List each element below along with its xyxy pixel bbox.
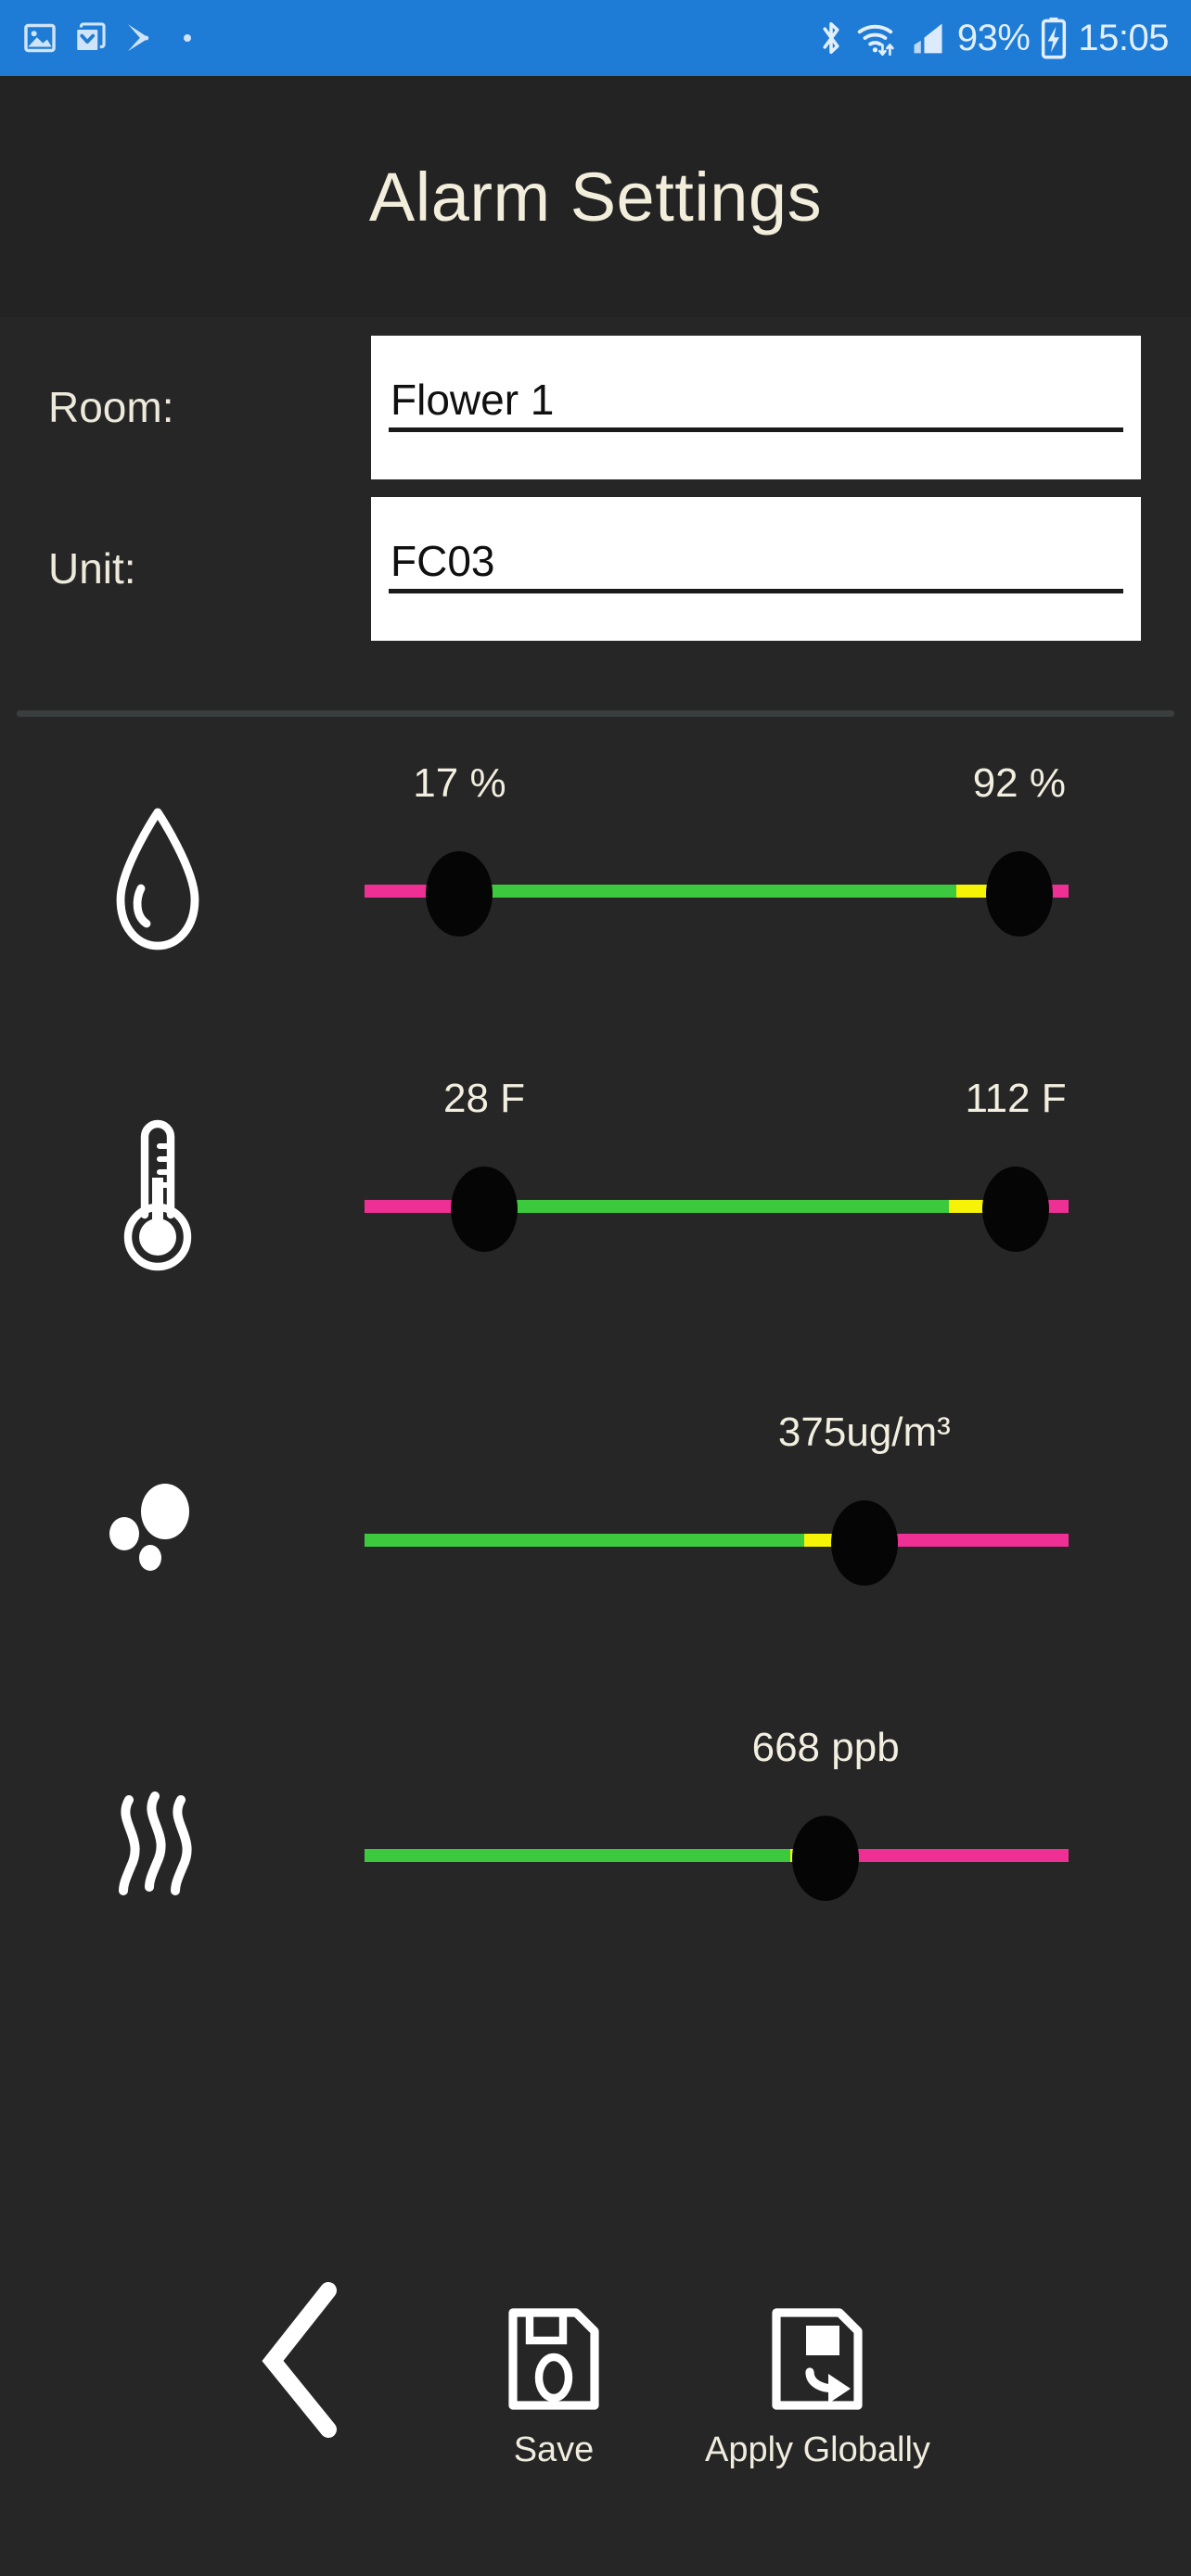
wifi-icon: [857, 18, 900, 58]
page-title: Alarm Settings: [368, 158, 823, 236]
temperature-slider[interactable]: [365, 1167, 1069, 1252]
voc-slider[interactable]: [365, 1816, 1069, 1901]
voc-value-label: 668 ppb: [751, 1725, 900, 1770]
humidity-slider-section: 17 % 92 %: [0, 742, 1191, 1020]
particulate-matter-slider[interactable]: [365, 1500, 1069, 1586]
save-button-label: Save: [513, 2430, 595, 2469]
section-divider: [17, 710, 1174, 717]
bluetooth-icon: [815, 18, 847, 58]
temperature-high-label: 112 F: [965, 1076, 1067, 1121]
voc-slider-section: 668 ppb: [0, 1706, 1191, 1984]
dot-indicator: [184, 34, 191, 42]
temperature-slider-section: 28 F 112 F: [0, 1057, 1191, 1335]
thermometer-icon: [88, 1113, 227, 1280]
cell-signal-icon: [910, 18, 947, 58]
unit-label: Unit:: [48, 544, 136, 593]
particulate-matter-thumb[interactable]: [830, 1500, 898, 1586]
water-drop-icon: [88, 797, 227, 964]
particulate-matter-slider-section: 375ug/m³: [0, 1391, 1191, 1669]
bottom-toolbar: Save Apply Globally: [0, 2263, 1191, 2576]
unit-field-row: Unit: FC03: [0, 490, 1191, 647]
temperature-seg-safe: [484, 1200, 949, 1213]
particles-icon: [88, 1447, 227, 1613]
room-label: Room:: [48, 383, 174, 431]
voc-value-labels: 668 ppb: [365, 1725, 1069, 1790]
status-bar: 93% 15:05: [0, 0, 1191, 76]
back-button[interactable]: [250, 2281, 352, 2443]
temperature-value-labels: 28 F 112 F: [365, 1076, 1069, 1141]
alarm-settings-screen: 93% 15:05 Alarm Settings Room: Flower 1: [0, 0, 1191, 2576]
screenshot-icon: [22, 20, 58, 56]
humidity-seg-safe: [459, 885, 956, 898]
battery-charging-icon: [1040, 17, 1068, 59]
voc-seg-safe: [365, 1849, 791, 1862]
clock-label: 15:05: [1078, 18, 1169, 58]
humidity-thumb-high[interactable]: [985, 851, 1053, 937]
humidity-low-label: 17 %: [413, 760, 506, 806]
particulate-matter-slider-track: [365, 1534, 1069, 1547]
voc-seg-alarm: [828, 1849, 1069, 1862]
room-field-row: Room: Flower 1: [0, 328, 1191, 486]
humidity-high-label: 92 %: [972, 760, 1067, 806]
battery-percent-label: 93%: [956, 18, 1031, 58]
temperature-thumb-high[interactable]: [982, 1167, 1050, 1252]
unit-input[interactable]: FC03: [371, 496, 1141, 641]
particulate-matter-value-label: 375ug/m³: [777, 1409, 951, 1455]
save-button[interactable]: Save: [506, 2307, 602, 2470]
vapor-waves-icon: [88, 1762, 227, 1929]
humidity-thumb-low[interactable]: [426, 851, 493, 937]
voc-thumb[interactable]: [792, 1816, 860, 1901]
title-bar: Alarm Settings: [0, 76, 1191, 317]
room-input[interactable]: Flower 1: [371, 335, 1141, 479]
pm-seg-safe: [365, 1534, 805, 1547]
room-input-underline: [389, 427, 1123, 432]
apply-globally-button[interactable]: Apply Globally: [705, 2307, 930, 2470]
temperature-low-label: 28 F: [442, 1076, 526, 1121]
humidity-slider[interactable]: [365, 851, 1069, 937]
temperature-thumb-low[interactable]: [451, 1167, 519, 1252]
apply-globally-button-label: Apply Globally: [705, 2430, 930, 2469]
status-bar-right: 93% 15:05: [815, 17, 1169, 59]
back-chevron-icon: [250, 2281, 352, 2443]
settings-form: Room: Flower 1 Unit: FC03: [0, 317, 1191, 699]
unit-input-underline: [389, 588, 1123, 593]
voc-slider-track: [365, 1849, 1069, 1862]
status-bar-left: [22, 20, 191, 56]
inbox-download-icon: [72, 20, 108, 56]
particulate-matter-value-labels: 375ug/m³: [365, 1409, 1069, 1474]
play-store-icon: [122, 21, 156, 55]
save-floppy-icon: [506, 2307, 602, 2416]
humidity-value-labels: 17 % 92 %: [365, 760, 1069, 825]
apply-globally-icon: [769, 2307, 865, 2416]
